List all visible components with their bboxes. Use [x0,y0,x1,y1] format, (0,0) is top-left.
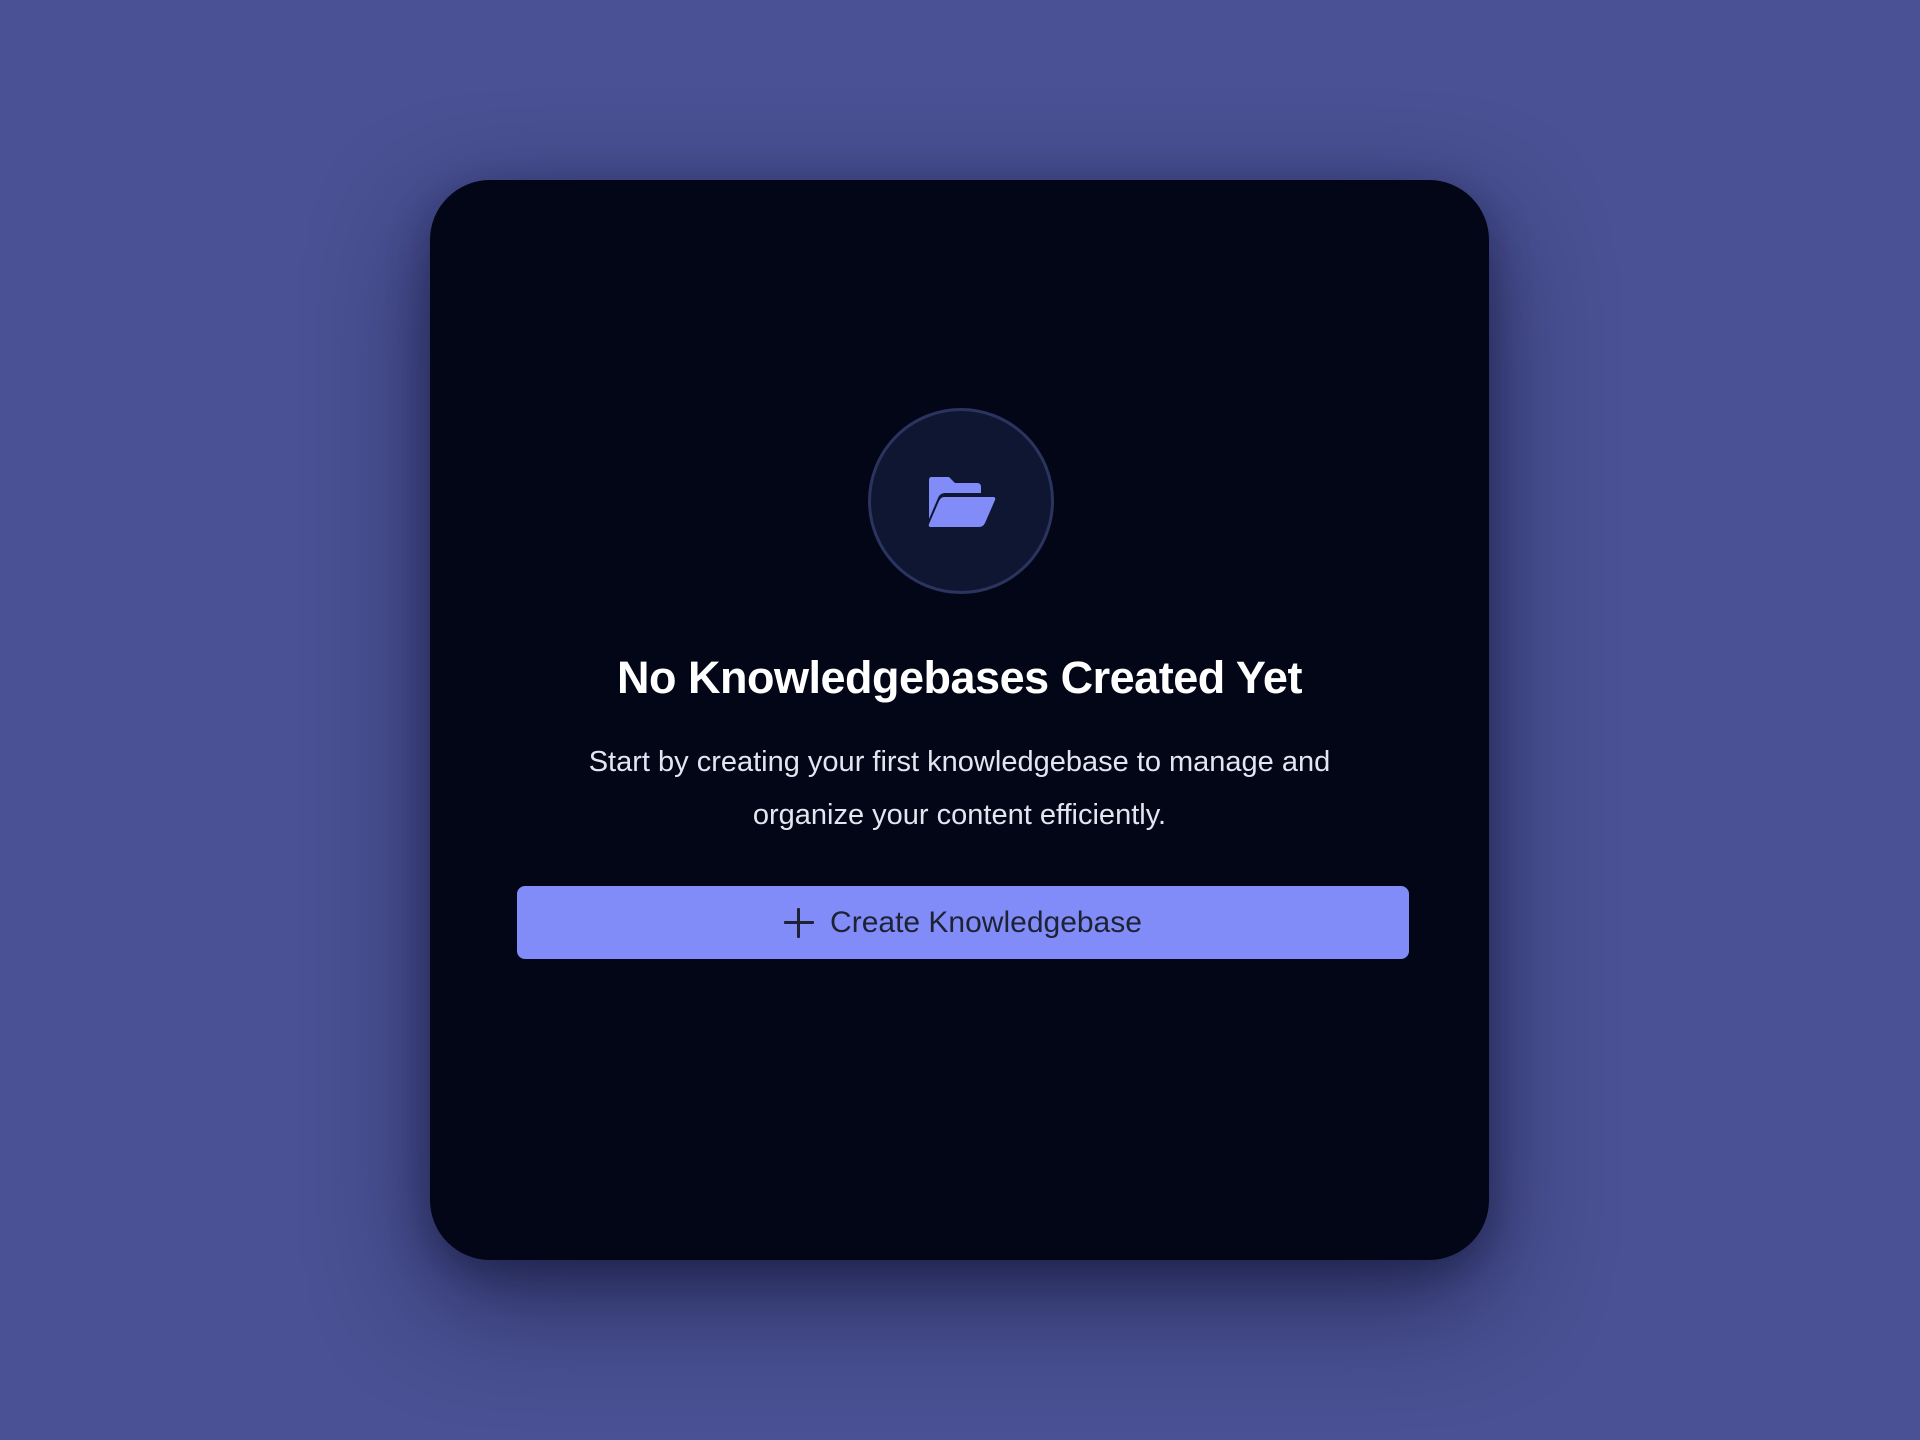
empty-state-title: No Knowledgebases Created Yet [617,652,1302,703]
empty-state-description: Start by creating your first knowledgeba… [588,746,1331,831]
empty-state-card: No Knowledgebases Created Yet Start by c… [430,180,1489,1260]
icon-circle [868,408,1054,594]
plus-icon [784,907,815,938]
create-knowledgebase-label: Create Knowledgebase [830,905,1142,939]
folder-open-icon [928,477,996,527]
create-knowledgebase-button[interactable]: Create Knowledgebase [517,886,1409,959]
